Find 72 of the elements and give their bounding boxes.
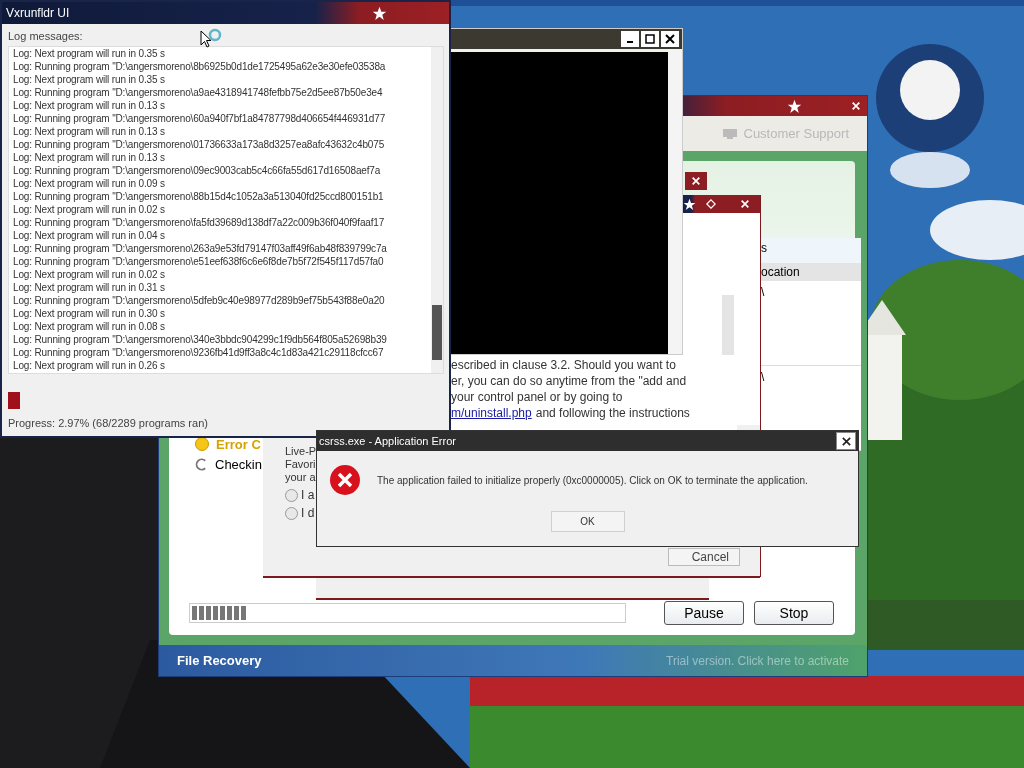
log-line: Log: Next program will run in 0.30 s: [13, 307, 165, 320]
minimize-icon: [627, 41, 633, 43]
license-text: er, you can do so anytime from the "add and: [451, 373, 688, 389]
spinner-icon: [195, 457, 208, 471]
window-title: Vxrunfldr UI: [5, 6, 70, 20]
star-icon: [683, 197, 696, 211]
maximize-button[interactable]: [641, 31, 659, 47]
maximize-icon: [644, 33, 656, 45]
scrollbar[interactable]: [431, 47, 443, 373]
log-line: Log: Running program "D:\angersmoreno\fa5fd39689d138df7a22c009b36f040f9faaf17: [13, 216, 385, 229]
radio-button[interactable]: [285, 488, 298, 502]
log-line: Log: Running program "D:\angersmoreno\8b6925b0d1de1725495a62e3e30efe03538a: [13, 60, 386, 73]
body-text: Live-P: [285, 445, 317, 458]
minimize-button[interactable]: [621, 31, 639, 47]
log-line: Log: Next program will run in 0.08 s: [13, 320, 165, 333]
log-line: Log: Next program will run in 0.13 s: [13, 125, 165, 138]
star-icon: [787, 99, 802, 114]
close-button[interactable]: [836, 432, 856, 450]
log-line: Log: Running program "D:\angersmoreno\e51eef638f6c6e6f8de7b5f72f545f117d57fa0: [13, 255, 384, 268]
action-button[interactable]: Pause: [664, 601, 744, 625]
log-line: Log: Running program "D:\angersmoreno\01736633a173a8d3257ea8afc43632c4b075: [13, 138, 385, 151]
error-icon: [329, 464, 361, 496]
log-line: Log: Running program "D:\angersmoreno\a9ae4318941748fefbb75e2d5ee87b50e3e4: [13, 86, 383, 99]
close-icon[interactable]: [691, 176, 701, 186]
radio-option[interactable]: I a: [285, 488, 315, 502]
log-line: Log: Running program "D:\angersmoreno\60a940f7bf1a84787798d406654f446931d77: [13, 112, 386, 125]
log-line: Log: Running program "D:\angersmoreno\9236fb41d9ff3a8c4c1d83a421c29118cfcc67: [13, 346, 384, 359]
license-text: and following the instructions: [535, 405, 690, 421]
license-text: your control panel or by going to: [451, 389, 624, 405]
close-icon: [840, 435, 852, 447]
log-line: Log: Next program will run in 0.04 s: [13, 229, 165, 242]
scrollbar[interactable]: [722, 295, 734, 355]
log-label: Log messages:: [8, 30, 83, 42]
log-line: Log: Next program will run in 0.09 s: [13, 177, 165, 190]
diamond-icon[interactable]: [706, 199, 716, 209]
license-text: escribed in clause 3.2. Should you want to: [451, 357, 677, 373]
radio-option[interactable]: I d: [285, 506, 315, 520]
error-message: The application failed to initialize properly (0xc0000005). Click on OK to terminate the application.: [377, 474, 808, 486]
body-text: Favori: [285, 458, 316, 471]
log-line: Log: Next program will run in 0.02 s: [13, 268, 165, 281]
log-line: Log: Next program will run in 0.13 s: [13, 99, 165, 112]
scrollbar[interactable]: [668, 49, 682, 354]
log-line: Log: Running program "D:\angersmoreno\88b15d4c1052a3a513040fd25ccd800151b1: [13, 190, 384, 203]
ok-button[interactable]: OK: [550, 511, 625, 532]
window-title: csrss.exe - Application Error: [319, 435, 456, 447]
progress-text: Progress: 2.97% (68/2289 programs ran): [8, 417, 209, 429]
log-line: Log: Next program will run in 0.35 s: [13, 73, 165, 86]
star-icon: [372, 6, 387, 21]
action-button[interactable]: Stop: [754, 601, 834, 625]
uninstall-link[interactable]: m/uninstall.php: [451, 405, 532, 421]
log-line: Log: Next program will run in 0.26 s: [13, 359, 165, 372]
close-button[interactable]: [661, 31, 679, 47]
footer-title: File Recovery: [177, 653, 262, 668]
radio-button[interactable]: [285, 506, 298, 520]
log-line: Log: Next program will run in 0.02 s: [13, 203, 165, 216]
column-header[interactable]: ocation: [761, 263, 861, 281]
cancel-button[interactable]: Cancel: [668, 548, 740, 566]
log-line: Log: Running program "D:\angersmoreno\340e3bbdc904299c1f9db564f805a52698b39: [13, 333, 387, 346]
computer-icon: [721, 127, 738, 140]
table-cell: \: [761, 281, 861, 366]
scroll-thumb[interactable]: [432, 305, 442, 360]
log-line: Log: Running program "D:\angersmoreno\263a9e53fd79147f03aff49f6ab48f839799c7a: [13, 242, 387, 255]
log-line: Log: Next program will run in 0.31 s: [13, 281, 165, 294]
body-text: your a: [285, 471, 316, 484]
close-icon[interactable]: [740, 199, 750, 209]
close-icon: [664, 33, 676, 45]
panel-heading: s: [761, 241, 768, 257]
log-line: Log: Running program "D:\angersmoreno\09ec9003cab5c4c66fa55d617d16508aef7a: [13, 164, 381, 177]
log-line: Log: Next program will run in 0.35 s: [13, 47, 165, 60]
log-line: Log: Next program will run in 0.13 s: [13, 151, 165, 164]
log-line: Log: Running program "D:\angersmoreno\5dfeb9c40e98977d289b9ef75b543f88e0a20: [13, 294, 385, 307]
close-icon[interactable]: [851, 101, 861, 111]
